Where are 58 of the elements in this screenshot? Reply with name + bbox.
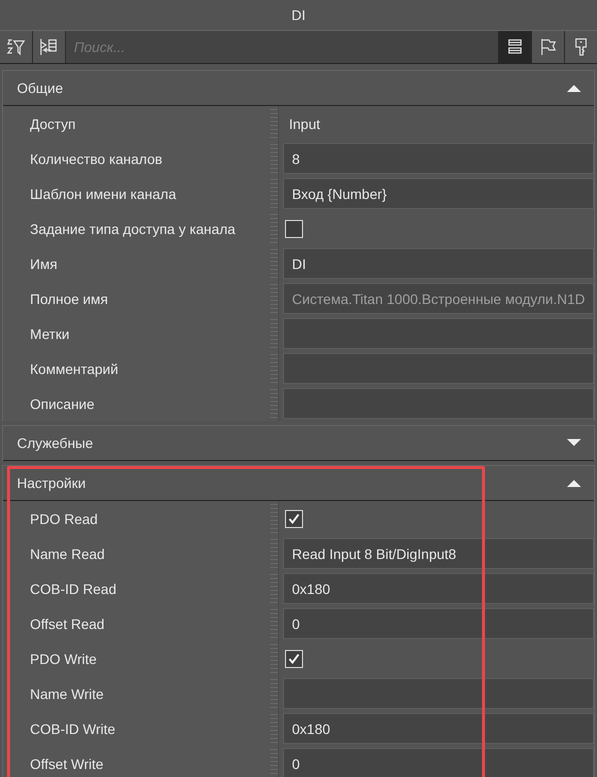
column-splitter[interactable]	[270, 501, 279, 536]
section-title: Служебные	[17, 435, 94, 451]
column-splitter[interactable]	[270, 676, 279, 711]
column-splitter[interactable]	[270, 641, 279, 676]
property-label: Name Read	[30, 546, 105, 562]
property-label: COB-ID Write	[30, 720, 116, 736]
collapse-caret-icon[interactable]	[566, 83, 582, 93]
window-title: DI	[292, 7, 306, 23]
checkbox[interactable]	[285, 650, 303, 668]
value-field[interactable]: 0x180	[283, 573, 594, 604]
column-splitter[interactable]	[270, 571, 279, 606]
property-label: Offset Write	[30, 756, 104, 772]
column-splitter[interactable]	[270, 176, 279, 211]
value-field[interactable]	[283, 318, 594, 349]
collapse-caret-icon[interactable]	[566, 478, 582, 488]
column-splitter[interactable]	[270, 606, 279, 641]
property-label: PDO Read	[30, 510, 98, 526]
expand-caret-icon[interactable]	[566, 438, 582, 448]
column-splitter[interactable]	[270, 246, 279, 281]
value-field[interactable]: 8	[283, 143, 594, 174]
checkbox[interactable]	[285, 220, 303, 238]
value-field[interactable]: 0	[283, 748, 594, 777]
property-label: Доступ	[30, 116, 76, 132]
value-field[interactable]: DI	[283, 248, 594, 279]
value-field[interactable]: 0x180	[283, 713, 594, 744]
value-field[interactable]	[283, 678, 594, 709]
property-label: Шаблон имени канала	[30, 186, 176, 202]
property-label: Комментарий	[30, 360, 118, 376]
property-label: Offset Read	[30, 616, 104, 632]
column-splitter[interactable]	[270, 316, 279, 351]
section-title: Общие	[17, 80, 64, 96]
column-splitter[interactable]	[270, 351, 279, 386]
column-splitter[interactable]	[270, 536, 279, 571]
property-label: Метки	[30, 326, 70, 342]
section-title: Настройки	[17, 475, 86, 491]
value-field[interactable]: 0	[283, 608, 594, 639]
column-splitter[interactable]	[270, 386, 279, 421]
property-value: Input	[288, 116, 320, 132]
column-splitter[interactable]	[270, 141, 279, 176]
property-label: Полное имя	[30, 290, 108, 306]
column-splitter[interactable]	[270, 746, 279, 777]
column-splitter[interactable]	[270, 711, 279, 746]
list-tool-button[interactable]	[498, 31, 531, 63]
column-splitter[interactable]	[270, 106, 279, 141]
checkbox[interactable]	[285, 510, 303, 528]
value-field[interactable]	[283, 388, 594, 419]
column-splitter[interactable]	[270, 281, 279, 316]
value-field[interactable]: Read Input 8 Bit/DigInput8	[283, 538, 594, 569]
property-label: PDO Write	[30, 650, 97, 666]
property-label: Количество каналов	[30, 150, 162, 166]
value-field[interactable]: Вход {Number}	[283, 178, 594, 209]
property-label: Name Write	[30, 686, 104, 702]
value-field[interactable]	[283, 353, 594, 384]
property-label: Описание	[30, 396, 94, 412]
property-label: Задание типа доступа у канала	[30, 220, 236, 236]
property-label: Имя	[30, 256, 58, 272]
column-splitter[interactable]	[270, 211, 279, 246]
property-label: COB-ID Read	[30, 580, 116, 596]
